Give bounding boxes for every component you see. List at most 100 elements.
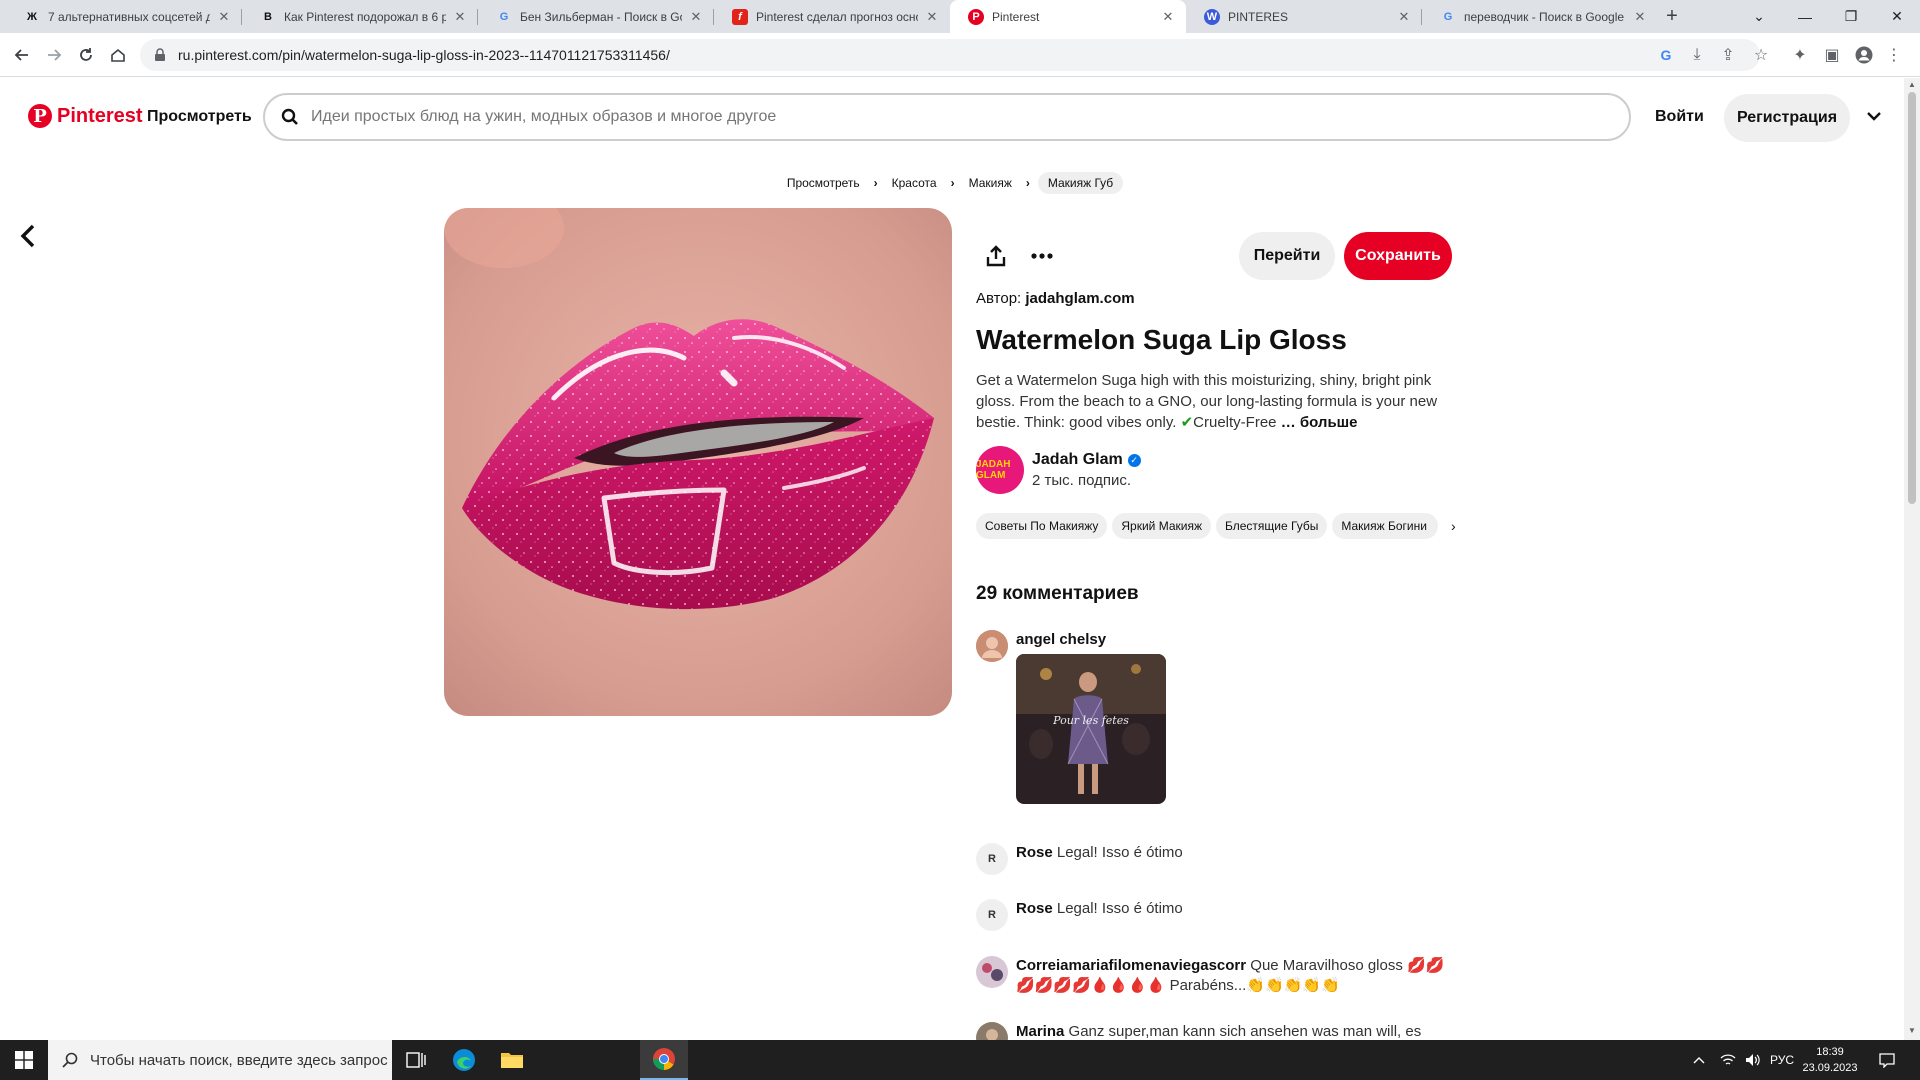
browser-tab-1[interactable]: Ж 7 альтернативных соцсетей для ✕ (6, 0, 242, 33)
volume-icon[interactable] (1745, 1040, 1765, 1080)
author-link[interactable]: jadahglam.com (1025, 290, 1134, 307)
comment-text: Legal! Isso é ótimo (1056, 844, 1183, 861)
visit-button[interactable]: Перейти (1239, 232, 1335, 280)
close-icon[interactable]: ✕ (1160, 9, 1176, 25)
browser-tab-7[interactable]: G переводчик - Поиск в Google ✕ (1422, 0, 1658, 33)
pinterest-icon: P (28, 104, 52, 128)
breadcrumb-item[interactable]: Просмотреть (781, 172, 866, 194)
tag-row: Советы По Макияжу Яркий Макияж Блестящие… (976, 513, 1466, 539)
browser-tab-2[interactable]: B Как Pinterest подорожал в 6 раз ✕ (242, 0, 478, 33)
browser-tab-4[interactable]: f Pinterest сделал прогноз основ ✕ (714, 0, 950, 33)
save-button[interactable]: Сохранить (1344, 232, 1452, 280)
comment-author[interactable]: angel chelsy (1016, 631, 1106, 648)
clock[interactable]: 18:39 23.09.2023 (1800, 1044, 1860, 1076)
comment-author[interactable]: Marina (1016, 1023, 1064, 1040)
close-icon[interactable]: ✕ (1632, 9, 1648, 25)
menu-kebab-icon[interactable]: ⋮ (1880, 41, 1908, 69)
comment-image[interactable]: Pour les fetes (1016, 654, 1166, 804)
creator-subscribers: 2 тыс. подпис. (1032, 472, 1132, 489)
profile-icon[interactable] (1850, 41, 1878, 69)
browser-tab-5-active[interactable]: P Pinterest ✕ (950, 0, 1186, 33)
page-scrollbar[interactable]: ▲ ▼ (1904, 78, 1920, 1040)
tag-chip[interactable]: Яркий Макияж (1112, 513, 1211, 539)
comment-author[interactable]: Rose (1016, 900, 1053, 917)
notifications-icon[interactable] (1872, 1040, 1902, 1080)
reload-icon[interactable] (72, 41, 100, 69)
tag-chip[interactable]: Блестящие Губы (1216, 513, 1328, 539)
comment-image-caption: Pour les fetes (1052, 714, 1129, 727)
show-more-link[interactable]: … больше (1281, 414, 1358, 431)
creator-profile[interactable]: JADAH GLAM Jadah Glam ✓ 2 тыс. подпис. (976, 446, 1141, 494)
browser-tab-3[interactable]: G Бен Зильберман - Поиск в Google ✕ (478, 0, 714, 33)
file-explorer-icon[interactable] (488, 1040, 536, 1080)
chevron-right-icon[interactable]: › (1443, 518, 1463, 534)
browser-tab-6[interactable]: W PINTERES ✕ (1186, 0, 1422, 33)
breadcrumb-item[interactable]: Макияж (963, 172, 1018, 194)
new-tab-button[interactable]: + (1660, 5, 1684, 29)
signup-button[interactable]: Регистрация (1724, 94, 1850, 142)
author-prefix: Автор: (976, 290, 1022, 307)
avatar[interactable] (976, 956, 1008, 988)
chrome-icon[interactable] (640, 1040, 688, 1080)
minimize-icon[interactable]: — (1782, 0, 1828, 33)
language-indicator[interactable]: РУС (1770, 1040, 1798, 1080)
close-icon[interactable]: ✕ (924, 9, 940, 25)
share-icon[interactable]: ⇪ (1714, 41, 1742, 69)
pinterest-logo[interactable]: P Pinterest (28, 104, 143, 128)
side-panel-icon[interactable]: ▣ (1818, 41, 1846, 69)
tab-title: Pinterest (992, 9, 1040, 24)
scroll-down-icon[interactable]: ▼ (1904, 1026, 1920, 1038)
tag-chip[interactable]: Советы По Макияжу (976, 513, 1108, 539)
search-input[interactable]: Идеи простых блюд на ужин, модных образо… (263, 93, 1631, 141)
forward-icon[interactable] (40, 41, 68, 69)
tab-search-icon[interactable]: ⌄ (1736, 0, 1782, 33)
bookmark-star-icon[interactable]: ☆ (1747, 41, 1775, 69)
install-app-icon[interactable]: ⤓ (1683, 41, 1711, 69)
pin-image[interactable] (444, 208, 952, 716)
clock-date: 23.09.2023 (1802, 1062, 1858, 1074)
chevron-down-icon[interactable] (1862, 104, 1886, 128)
share-icon[interactable] (976, 232, 1016, 280)
scroll-up-icon[interactable]: ▲ (1904, 80, 1920, 92)
login-button[interactable]: Войти (1655, 108, 1704, 126)
checkmark-icon: ✔ (1180, 414, 1194, 431)
comment-author[interactable]: Rose (1016, 844, 1053, 861)
close-icon[interactable]: ✕ (216, 9, 232, 25)
home-icon[interactable] (104, 41, 132, 69)
back-arrow-icon[interactable] (20, 224, 44, 254)
creator-name[interactable]: Jadah Glam (1032, 451, 1123, 469)
tray-overflow-icon[interactable] (1693, 1040, 1713, 1080)
tab-favicon-icon: f (732, 8, 748, 25)
scrollbar-thumb[interactable] (1908, 92, 1916, 504)
extensions-icon[interactable]: ✦ (1786, 41, 1814, 69)
windows-start-icon[interactable] (0, 1040, 48, 1080)
url-text: ru.pinterest.com/pin/watermelon-suga-lip… (178, 47, 670, 63)
search-placeholder: Идеи простых блюд на ужин, модных образо… (311, 108, 777, 125)
close-icon[interactable]: ✕ (1396, 9, 1412, 25)
tab-favicon-icon: Ж (27, 10, 37, 23)
avatar[interactable] (976, 630, 1008, 662)
avatar[interactable]: R (976, 843, 1008, 875)
taskbar-search-input[interactable]: Чтобы начать поиск, введите здесь запрос (48, 1040, 392, 1080)
network-icon[interactable] (1720, 1040, 1740, 1080)
edge-icon[interactable] (440, 1040, 488, 1080)
explore-link[interactable]: Просмотреть (147, 108, 252, 126)
close-icon[interactable]: ✕ (688, 9, 704, 25)
close-icon[interactable]: ✕ (452, 9, 468, 25)
breadcrumb-item-current[interactable]: Макияж Губ (1037, 172, 1124, 194)
task-view-icon[interactable] (392, 1040, 440, 1080)
creator-avatar[interactable]: JADAH GLAM (976, 446, 1024, 494)
pin-author: Автор: jadahglam.com (976, 290, 1135, 307)
browser-tab-strip: Ж 7 альтернативных соцсетей для ✕ B Как … (0, 0, 1920, 33)
comment-author[interactable]: Correiamariafilomenaviegascorr (1016, 957, 1246, 974)
breadcrumb-item[interactable]: Красота (886, 172, 943, 194)
window-close-icon[interactable]: ✕ (1874, 0, 1920, 33)
search-icon (62, 1052, 78, 1068)
back-icon[interactable] (8, 41, 36, 69)
more-options-icon[interactable] (1022, 232, 1062, 280)
google-icon[interactable]: G (1652, 41, 1680, 69)
address-bar[interactable]: ru.pinterest.com/pin/watermelon-suga-lip… (140, 39, 1760, 71)
maximize-icon[interactable]: ❐ (1828, 0, 1874, 33)
tag-chip[interactable]: Макияж Богини (1332, 513, 1439, 539)
avatar[interactable]: R (976, 899, 1008, 931)
